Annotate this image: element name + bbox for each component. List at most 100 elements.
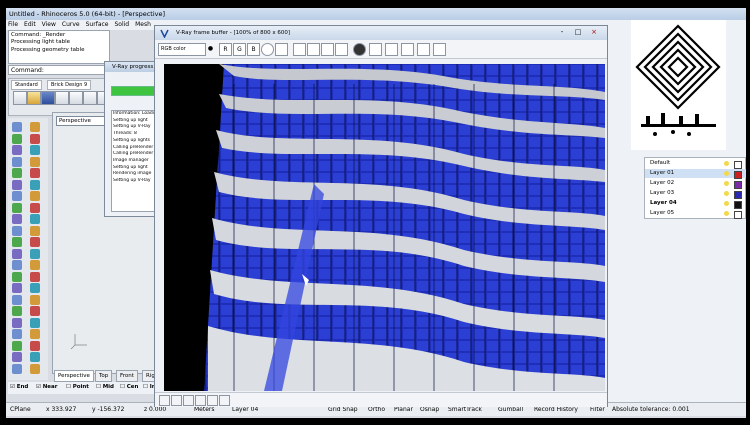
tool-icon[interactable]	[30, 202, 40, 213]
import-icon[interactable]	[69, 91, 83, 105]
tool-icon[interactable]	[12, 306, 22, 316]
tool-icon[interactable]	[12, 145, 22, 155]
command-input[interactable]: Command:	[8, 65, 110, 75]
render-view[interactable]	[164, 64, 605, 391]
curve-icon[interactable]	[183, 395, 194, 406]
tab-brick-design[interactable]: Brick Design 9	[47, 80, 92, 90]
alpha-channel-icon[interactable]	[261, 43, 274, 56]
tool-icon[interactable]	[12, 133, 22, 144]
green-channel-button[interactable]: G	[233, 43, 246, 56]
tool-icon[interactable]	[30, 283, 40, 293]
tool-icon[interactable]	[30, 363, 40, 374]
maximize-button[interactable]: □	[570, 28, 586, 37]
ortho-toggle[interactable]: Ortho	[368, 406, 385, 413]
open-folder-icon[interactable]	[27, 91, 41, 105]
save-image-icon[interactable]	[293, 43, 306, 56]
grid-snap-toggle[interactable]: Grid Snap	[328, 406, 358, 413]
red-channel-button[interactable]: R	[219, 43, 232, 56]
menu-surface[interactable]: Surface	[86, 20, 109, 30]
menu-view[interactable]: View	[42, 20, 56, 30]
lens-effects-icon[interactable]	[401, 43, 414, 56]
channel-select[interactable]: RGB color	[158, 43, 206, 56]
tool-icon[interactable]	[30, 122, 40, 132]
tool-icon[interactable]	[30, 156, 40, 167]
record-history-toggle[interactable]: Record History	[534, 406, 578, 413]
srgb-icon[interactable]	[207, 395, 218, 406]
tool-icon[interactable]	[30, 294, 40, 305]
layer-row[interactable]: Default	[645, 159, 746, 169]
save-icon[interactable]	[41, 91, 55, 105]
tool-icon[interactable]	[30, 271, 40, 282]
lut-icon[interactable]	[219, 395, 230, 406]
tab-perspective[interactable]: Perspective	[54, 370, 94, 382]
tool-icon[interactable]	[12, 168, 22, 178]
tool-icon[interactable]	[12, 352, 22, 362]
tool-icon[interactable]	[12, 202, 22, 213]
menu-mesh[interactable]: Mesh	[135, 20, 151, 30]
cut-icon[interactable]	[83, 91, 97, 105]
tool-icon[interactable]	[30, 260, 40, 270]
blue-channel-button[interactable]: B	[247, 43, 260, 56]
tool-icon[interactable]	[30, 191, 40, 201]
tool-icon[interactable]	[12, 363, 22, 374]
history-icon[interactable]	[417, 43, 430, 56]
current-layer[interactable]: Layer 04	[232, 406, 258, 413]
color-dot-icon[interactable]: ●	[205, 43, 216, 54]
tool-icon[interactable]	[30, 145, 40, 155]
tool-icon[interactable]	[30, 248, 40, 259]
tool-icon[interactable]	[30, 225, 40, 236]
tool-icon[interactable]	[12, 156, 22, 167]
osnap-point[interactable]: ☐ Point	[66, 384, 89, 390]
menu-edit[interactable]: Edit	[24, 20, 36, 30]
layer-row[interactable]: Layer 05	[645, 209, 746, 219]
tab-top[interactable]: Top	[95, 370, 113, 382]
tool-icon[interactable]	[12, 294, 22, 305]
tool-icon[interactable]	[30, 179, 40, 190]
color-correction-icon[interactable]	[433, 43, 446, 56]
tool-icon[interactable]	[12, 122, 22, 132]
tool-icon[interactable]	[30, 237, 40, 247]
new-file-icon[interactable]	[13, 91, 27, 105]
tool-icon[interactable]	[12, 283, 22, 293]
tool-icon[interactable]	[12, 225, 22, 236]
show-correction-icon[interactable]	[159, 395, 170, 406]
tab-standard[interactable]: Standard	[11, 80, 42, 90]
tool-icon[interactable]	[30, 133, 40, 144]
tool-icon[interactable]	[12, 214, 22, 224]
gumball-toggle[interactable]: Gumball	[498, 406, 523, 413]
tool-icon[interactable]	[12, 260, 22, 270]
tool-icon[interactable]	[30, 340, 40, 351]
tool-icon[interactable]	[12, 179, 22, 190]
duplicate-icon[interactable]	[335, 43, 348, 56]
levels-icon[interactable]	[171, 395, 182, 406]
smarttrack-toggle[interactable]: SmartTrack	[448, 406, 482, 413]
print-icon[interactable]	[55, 91, 69, 105]
menu-curve[interactable]: Curve	[62, 20, 80, 30]
exposure-icon[interactable]	[195, 395, 206, 406]
tool-icon[interactable]	[30, 214, 40, 224]
osnap-end[interactable]: ☑ End	[10, 384, 28, 390]
mono-channel-icon[interactable]	[275, 43, 288, 56]
layer-row[interactable]: Layer 04	[645, 199, 746, 209]
tool-icon[interactable]	[12, 237, 22, 247]
tab-front[interactable]: Front	[116, 370, 138, 382]
tool-icon[interactable]	[30, 352, 40, 362]
tool-icon[interactable]	[12, 340, 22, 351]
osnap-cen[interactable]: ☐ Cen	[120, 384, 138, 390]
osnap-near[interactable]: ☑ Near	[36, 384, 57, 390]
osnap-toggle[interactable]: Osnap	[420, 406, 439, 413]
track-mouse-icon[interactable]	[385, 43, 398, 56]
menu-solid[interactable]: Solid	[114, 20, 129, 30]
tool-icon[interactable]	[12, 191, 22, 201]
tool-icon[interactable]	[12, 248, 22, 259]
region-render-icon[interactable]	[369, 43, 382, 56]
tool-icon[interactable]	[12, 317, 22, 328]
tool-icon[interactable]	[30, 306, 40, 316]
clear-image-icon[interactable]	[321, 43, 334, 56]
render-icon[interactable]	[353, 43, 366, 56]
planar-toggle[interactable]: Planar	[394, 406, 413, 413]
minimize-button[interactable]: -	[554, 28, 570, 37]
viewport-label[interactable]: Perspective	[56, 116, 108, 126]
layer-row[interactable]: Layer 02	[645, 179, 746, 189]
tool-icon[interactable]	[30, 329, 40, 339]
